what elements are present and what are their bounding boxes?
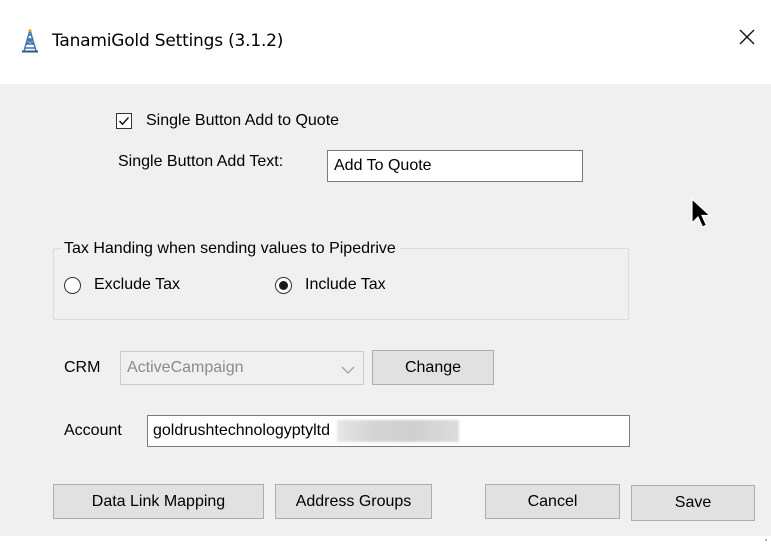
crm-select[interactable]: ActiveCampaign <box>120 351 364 385</box>
crm-selected-value: ActiveCampaign <box>127 359 244 376</box>
radio-selected-dot <box>279 281 288 290</box>
single-button-checkbox-label[interactable]: Single Button Add to Quote <box>146 112 339 130</box>
data-link-mapping-button[interactable]: Data Link Mapping <box>53 484 264 519</box>
crm-label: CRM <box>64 359 101 376</box>
oil-derrick-icon <box>20 29 40 53</box>
mouse-cursor-icon <box>690 197 714 233</box>
change-button[interactable]: Change <box>372 350 494 385</box>
settings-window: TanamiGold Settings (3.1.2) Single Butto… <box>0 0 771 541</box>
close-button[interactable] <box>722 14 771 64</box>
include-tax-label[interactable]: Include Tax <box>305 276 386 294</box>
cancel-button[interactable]: Cancel <box>485 484 620 519</box>
exclude-tax-radio[interactable] <box>64 277 81 294</box>
close-icon <box>738 28 756 51</box>
tax-group-label: Tax Handing when sending values to Piped… <box>62 240 400 258</box>
resize-grip-icon[interactable] <box>764 529 768 541</box>
redacted-region <box>337 420 459 442</box>
include-tax-radio[interactable] <box>275 277 292 294</box>
exclude-tax-label[interactable]: Exclude Tax <box>94 276 180 294</box>
chevron-down-icon <box>341 362 355 380</box>
save-button[interactable]: Save <box>631 485 755 521</box>
title-bar[interactable]: TanamiGold Settings (3.1.2) <box>0 0 771 84</box>
single-button-add-text-label: Single Button Add Text: <box>118 153 284 170</box>
address-groups-button[interactable]: Address Groups <box>275 484 432 519</box>
window-title: TanamiGold Settings (3.1.2) <box>52 31 284 51</box>
single-button-checkbox[interactable] <box>116 113 132 129</box>
account-label: Account <box>64 422 122 439</box>
single-button-add-text-input[interactable]: Add To Quote <box>327 150 583 182</box>
